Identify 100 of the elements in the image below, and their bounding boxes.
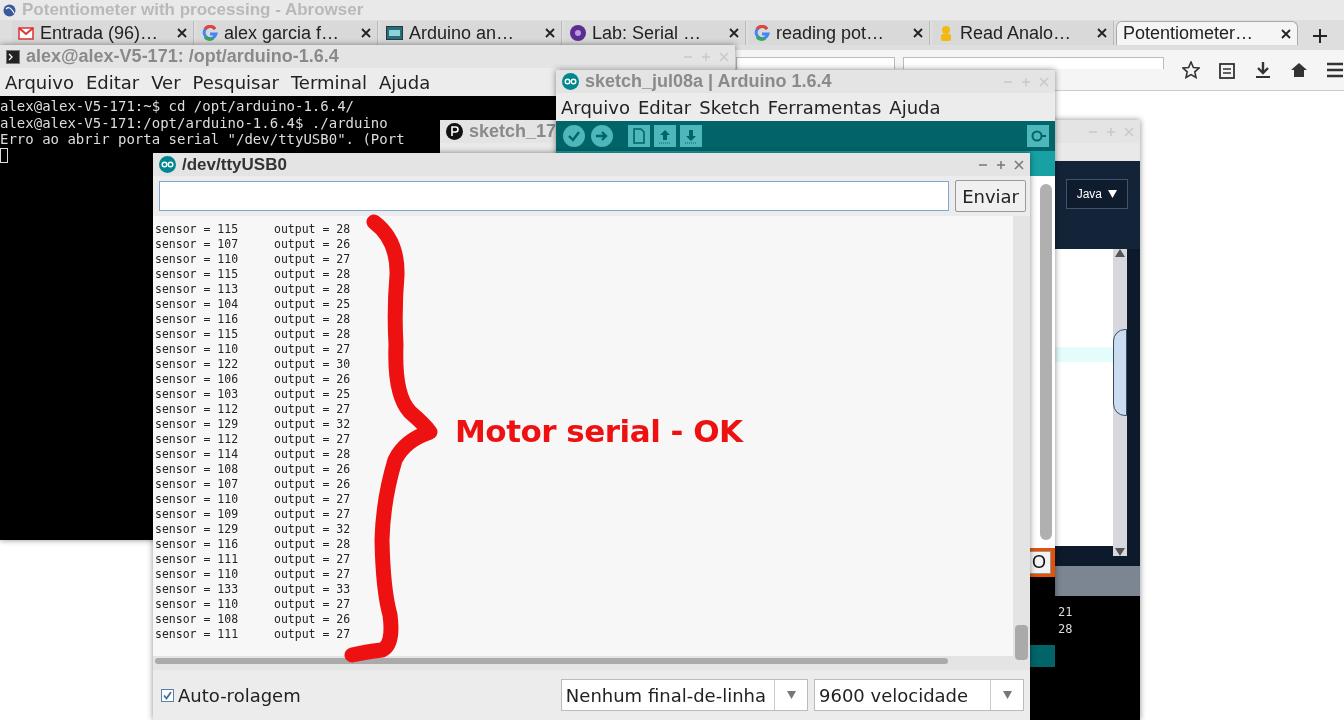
sensor-reading: sensor = 111 xyxy=(155,627,240,642)
browser-tab[interactable]: Potentiometer… xyxy=(1116,21,1298,45)
window-title: alex@alex-V5-171: /opt/arduino-1.6.4 xyxy=(26,46,339,67)
figure-icon xyxy=(938,25,954,41)
output-reading: output = 25 xyxy=(274,297,351,312)
download-icon[interactable] xyxy=(1254,61,1272,79)
output-reading: output = 26 xyxy=(274,237,351,252)
sensor-reading: sensor = 103 xyxy=(155,387,240,402)
envelope-icon xyxy=(18,26,34,40)
output-reading: output = 27 xyxy=(274,552,351,567)
menu-item[interactable]: Arquivo xyxy=(561,96,630,118)
close-icon[interactable] xyxy=(913,28,923,38)
sensor-reading: sensor = 109 xyxy=(155,507,240,522)
browser-tab[interactable]: alex garcia f… xyxy=(196,21,378,45)
output-reading: output = 27 xyxy=(274,402,351,417)
mode-dropdown[interactable]: Java xyxy=(1065,179,1128,209)
output-reading: output = 27 xyxy=(274,597,351,612)
arrow-right-icon[interactable] xyxy=(590,124,614,148)
p-logo-icon xyxy=(446,123,463,140)
browser-tab[interactable]: Entrada (96)… xyxy=(12,21,194,45)
output-reading: output = 27 xyxy=(274,252,351,267)
output-reading: output = 27 xyxy=(274,492,351,507)
output-reading: output = 28 xyxy=(274,327,351,342)
dropdown[interactable]: 9600 velocidade xyxy=(814,679,1024,711)
output-reading: output = 28 xyxy=(274,537,351,552)
terminal-icon xyxy=(6,49,20,64)
down-arrow-icon[interactable] xyxy=(1115,548,1125,556)
menu-item[interactable]: Ajuda xyxy=(889,96,941,118)
close-icon[interactable] xyxy=(361,28,371,38)
check-icon[interactable] xyxy=(562,124,586,148)
browser-tab[interactable]: Arduino an… xyxy=(380,21,562,45)
scroll-thumb[interactable] xyxy=(1113,329,1127,416)
sensor-reading: sensor = 112 xyxy=(155,432,240,447)
output-reading: output = 25 xyxy=(274,387,351,402)
browser-tab[interactable]: reading pot… xyxy=(748,21,930,45)
close-icon[interactable] xyxy=(729,28,739,38)
browser-tab[interactable]: Lab: Serial … xyxy=(564,21,746,45)
ring-icon xyxy=(754,25,770,41)
close-icon[interactable] xyxy=(1097,28,1107,38)
document-icon[interactable] xyxy=(628,125,650,147)
sensor-reading: sensor = 106 xyxy=(155,372,240,387)
circle-icon xyxy=(570,25,586,41)
sensor-reading: sensor = 116 xyxy=(155,537,240,552)
annotation-text: Motor serial - OK xyxy=(455,413,743,449)
output-reading: output = 26 xyxy=(274,612,351,627)
sensor-reading: sensor = 115 xyxy=(155,327,240,342)
browser-tab[interactable]: Read Analo… xyxy=(932,21,1114,45)
menu-item[interactable]: Arquivo xyxy=(5,71,74,93)
home-icon[interactable] xyxy=(1290,61,1308,79)
maximize-icon[interactable] xyxy=(996,159,1006,170)
star-icon[interactable] xyxy=(1182,61,1200,79)
scrollbar[interactable] xyxy=(153,656,1013,670)
caret-icon xyxy=(1002,691,1012,699)
dropdown[interactable]: Nenhum final-de-linha xyxy=(560,679,808,711)
sensor-reading: sensor = 115 xyxy=(155,267,240,282)
address-bar[interactable] xyxy=(736,57,896,69)
sensor-reading: sensor = 112 xyxy=(155,402,240,417)
menu-item[interactable]: Pesquisar xyxy=(192,71,279,93)
current-line-highlight xyxy=(1055,347,1113,362)
new-tab-icon[interactable] xyxy=(1312,28,1328,44)
autoscroll-checkbox[interactable]: Auto-rolagem xyxy=(161,684,301,706)
clipboard-icon[interactable] xyxy=(1218,61,1236,79)
output-reading: output = 33 xyxy=(274,582,351,597)
search-field[interactable] xyxy=(903,57,1164,69)
send-button[interactable]: Enviar xyxy=(955,180,1026,212)
menu-item[interactable]: Sketch xyxy=(699,96,760,118)
output-reading: output = 32 xyxy=(274,417,351,432)
output-reading: output = 26 xyxy=(274,477,351,492)
checkbox[interactable] xyxy=(161,688,174,702)
close-icon[interactable] xyxy=(545,28,555,38)
menu-item[interactable]: Editar xyxy=(637,96,692,118)
sensor-reading: sensor = 110 xyxy=(155,567,240,582)
output-reading: output = 28 xyxy=(274,282,351,297)
scrollbar[interactable] xyxy=(1013,216,1030,670)
sensor-reading: sensor = 110 xyxy=(155,252,240,267)
output-reading: output = 26 xyxy=(274,372,351,387)
menu-item[interactable]: Terminal xyxy=(290,71,367,93)
scrollbar[interactable] xyxy=(1113,249,1127,556)
sensor-reading: sensor = 110 xyxy=(155,342,240,357)
output-reading: output = 28 xyxy=(274,312,351,327)
magnifier-icon[interactable] xyxy=(1027,125,1049,147)
sensor-reading: sensor = 110 xyxy=(155,492,240,507)
up-arrow-icon[interactable] xyxy=(1115,249,1125,257)
close-icon[interactable] xyxy=(177,28,187,38)
text-cursor xyxy=(0,147,8,163)
sensor-reading: sensor = 107 xyxy=(155,477,240,492)
output-reading: output = 27 xyxy=(274,342,351,357)
output-reading: output = 26 xyxy=(274,462,351,477)
output-reading: output = 27 xyxy=(274,432,351,447)
console-line: 28 xyxy=(1058,621,1074,638)
close-icon[interactable] xyxy=(1281,28,1291,39)
sensor-reading: sensor = 129 xyxy=(155,522,240,537)
menu-item[interactable]: Ajuda xyxy=(379,71,431,93)
message-field[interactable] xyxy=(159,181,950,211)
sensor-reading: sensor = 108 xyxy=(155,462,240,477)
scrollbar[interactable] xyxy=(1040,184,1052,540)
menu-item[interactable]: Ver xyxy=(151,71,181,93)
menu-icon[interactable] xyxy=(1326,62,1344,78)
menu-item[interactable]: Editar xyxy=(85,71,140,93)
menu-item[interactable]: Ferramentas xyxy=(767,96,882,118)
